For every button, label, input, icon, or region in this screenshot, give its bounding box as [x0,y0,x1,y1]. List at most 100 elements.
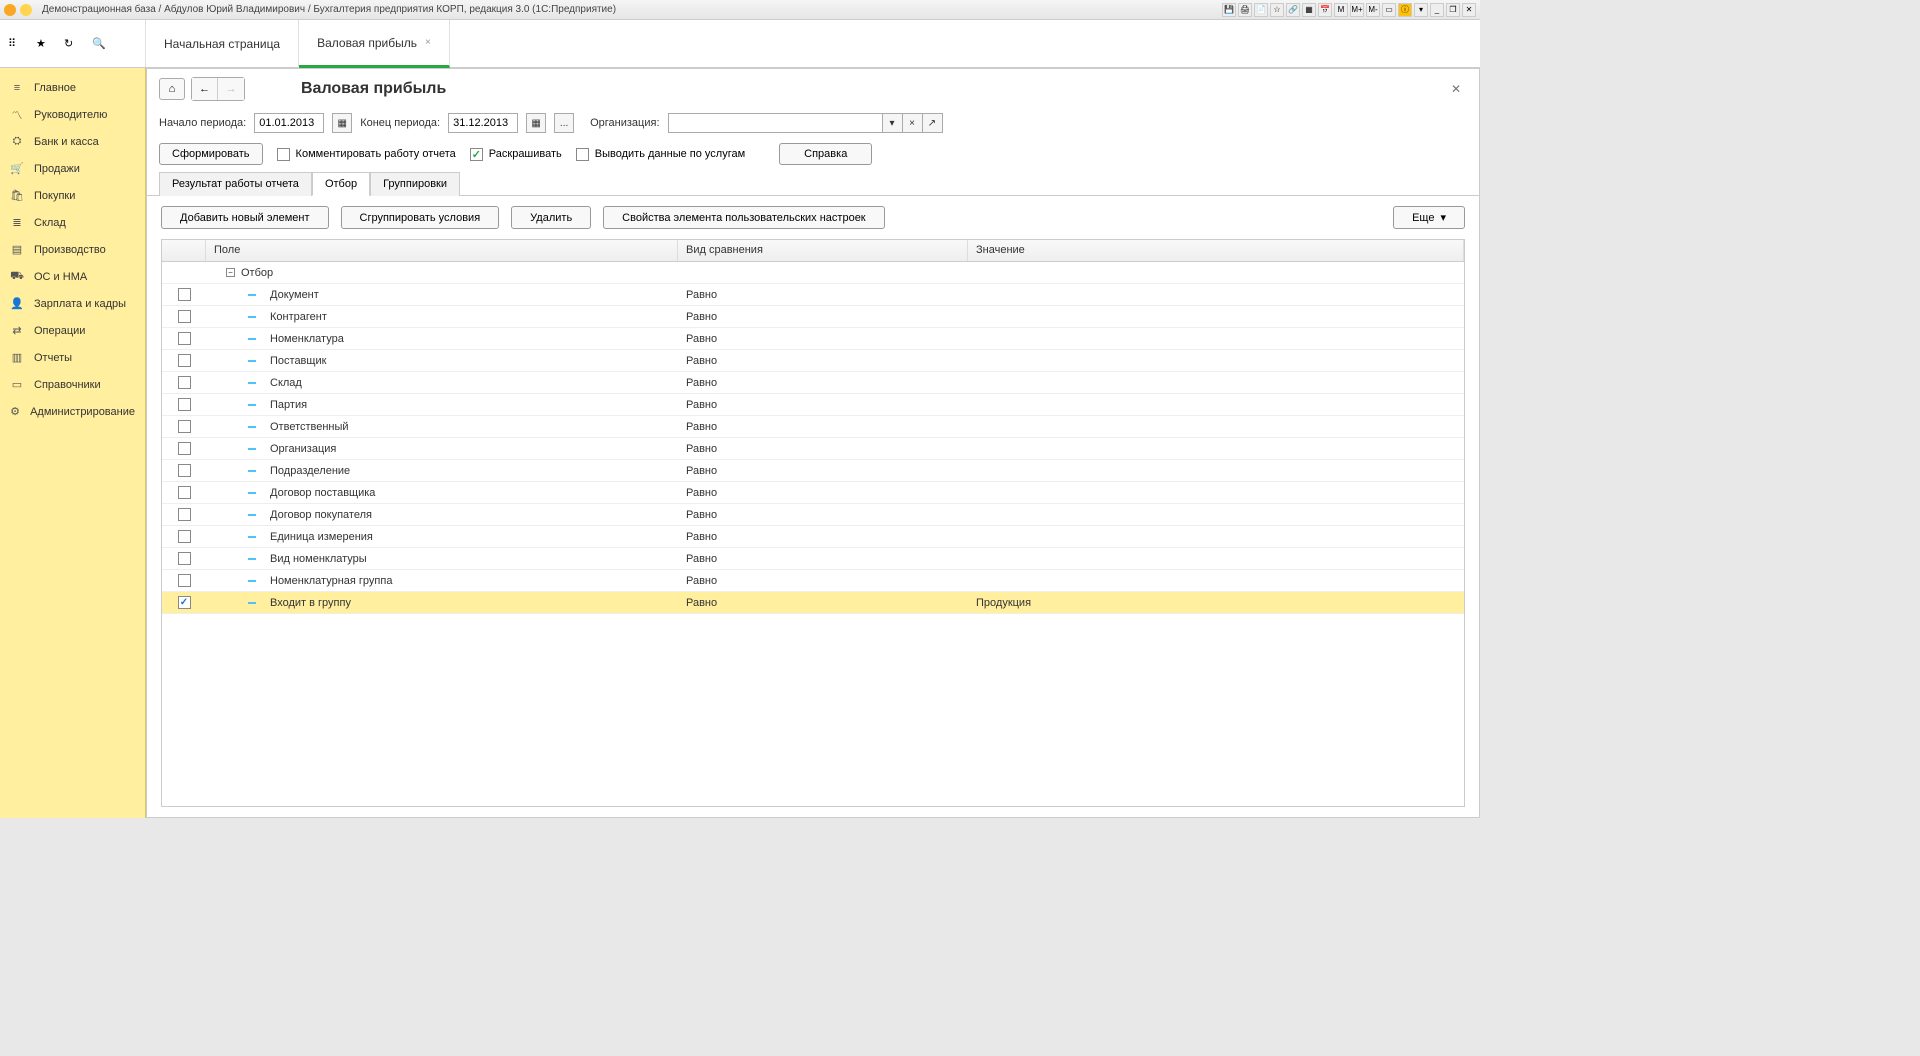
forward-button[interactable]: → [218,78,244,100]
tb-link-icon[interactable]: 🔗 [1286,3,1300,17]
comparison-cell: Равно [678,570,968,591]
maximize-button[interactable]: ❐ [1446,3,1460,17]
period-start-calendar-icon[interactable]: ▦ [332,113,352,133]
grid-header-value[interactable]: Значение [968,240,1464,261]
period-end-input[interactable] [448,113,518,133]
tab-Валовая прибыль[interactable]: Валовая прибыль× [299,20,450,68]
org-input[interactable] [668,113,883,133]
row-checkbox[interactable] [178,442,191,455]
table-row[interactable]: ПодразделениеРавно [162,460,1464,482]
period-select-button[interactable]: ... [554,113,574,133]
tb-calc-icon[interactable]: ▦ [1302,3,1316,17]
history-icon[interactable]: ↻ [64,37,78,51]
sidebar-item-ops[interactable]: ⇄Операции [0,317,145,344]
row-checkbox[interactable] [178,552,191,565]
table-row[interactable]: ОрганизацияРавно [162,438,1464,460]
back-button[interactable]: ← [192,78,218,100]
subtab-Группировки[interactable]: Группировки [370,172,460,196]
sidebar-item-gear[interactable]: ⚙Администрирование [0,398,145,425]
field-icon [248,294,256,296]
row-checkbox[interactable] [178,486,191,499]
home-button[interactable]: ⌂ [159,78,185,100]
table-row[interactable]: Входит в группуРавноПродукция [162,592,1464,614]
table-row[interactable]: Номенклатурная группаРавно [162,570,1464,592]
row-checkbox[interactable] [178,310,191,323]
tb-print-icon[interactable]: 🖨 [1238,3,1252,17]
tb-save-icon[interactable]: 💾 [1222,3,1236,17]
table-row[interactable]: НоменклатураРавно [162,328,1464,350]
table-row[interactable]: ПоставщикРавно [162,350,1464,372]
app-icon-dropdown[interactable] [20,4,32,16]
tree-collapse-icon[interactable]: − [226,268,235,277]
grid-header-comparison[interactable]: Вид сравнения [678,240,968,261]
help-button[interactable]: Справка [779,143,872,165]
sidebar-item-warehouse[interactable]: ≣Склад [0,209,145,236]
services-checkbox[interactable] [576,148,589,161]
close-page-button[interactable]: ✕ [1451,82,1461,96]
table-row[interactable]: КонтрагентРавно [162,306,1464,328]
sidebar-item-menu[interactable]: ≡Главное [0,74,145,101]
grid-icon[interactable]: ⠿ [8,37,22,51]
tab-Начальная страница[interactable]: Начальная страница [146,20,299,68]
tb-dropdown-icon[interactable]: ▾ [1414,3,1428,17]
table-row[interactable]: ДокументРавно [162,284,1464,306]
tb-star-icon[interactable]: ☆ [1270,3,1284,17]
sidebar-item-chart[interactable]: 〽Руководителю [0,101,145,128]
element-properties-button[interactable]: Свойства элемента пользовательских настр… [603,206,884,229]
sidebar-item-bank[interactable]: ⛭Банк и касса [0,128,145,155]
grid-group-row[interactable]: −Отбор [162,262,1464,284]
row-checkbox[interactable] [178,420,191,433]
tb-mplus-button[interactable]: M+ [1350,3,1364,17]
row-checkbox[interactable] [178,288,191,301]
org-open-button[interactable]: ↗ [923,113,943,133]
row-checkbox[interactable] [178,376,191,389]
table-row[interactable]: ОтветственныйРавно [162,416,1464,438]
row-checkbox[interactable] [178,332,191,345]
colorize-checkbox[interactable] [470,148,483,161]
comment-checkbox[interactable] [277,148,290,161]
generate-button[interactable]: Сформировать [159,143,263,165]
table-row[interactable]: Договор покупателяРавно [162,504,1464,526]
sidebar-item-factory[interactable]: ▤Производство [0,236,145,263]
subtab-Результат работы отчета[interactable]: Результат работы отчета [159,172,312,196]
grid-header-field[interactable]: Поле [206,240,678,261]
tb-doc-icon[interactable]: 📄 [1254,3,1268,17]
org-clear-button[interactable]: × [903,113,923,133]
table-row[interactable]: СкладРавно [162,372,1464,394]
tb-info-icon[interactable]: ⓘ [1398,3,1412,17]
add-element-button[interactable]: Добавить новый элемент [161,206,329,229]
org-dropdown-button[interactable]: ▾ [883,113,903,133]
table-row[interactable]: ПартияРавно [162,394,1464,416]
more-button[interactable]: Еще▾ [1393,206,1465,229]
group-conditions-button[interactable]: Сгруппировать условия [341,206,500,229]
row-checkbox[interactable] [178,354,191,367]
close-window-button[interactable]: ✕ [1462,3,1476,17]
search-icon[interactable]: 🔍 [92,37,106,51]
sidebar-item-basket[interactable]: 🛍Покупки [0,182,145,209]
tb-m-button[interactable]: M [1334,3,1348,17]
row-checkbox[interactable] [178,530,191,543]
period-start-input[interactable] [254,113,324,133]
minimize-button[interactable]: _ [1430,3,1444,17]
sidebar-item-truck[interactable]: ⛟ОС и НМА [0,263,145,290]
row-checkbox[interactable] [178,574,191,587]
sidebar-item-bars[interactable]: ▥Отчеты [0,344,145,371]
tb-mminus-button[interactable]: M- [1366,3,1380,17]
subtab-Отбор[interactable]: Отбор [312,172,370,196]
tab-close-icon[interactable]: × [425,37,431,48]
sidebar-item-person[interactable]: 👤Зарплата и кадры [0,290,145,317]
delete-button[interactable]: Удалить [511,206,591,229]
table-row[interactable]: Договор поставщикаРавно [162,482,1464,504]
table-row[interactable]: Единица измеренияРавно [162,526,1464,548]
row-checkbox[interactable] [178,596,191,609]
row-checkbox[interactable] [178,464,191,477]
table-row[interactable]: Вид номенклатурыРавно [162,548,1464,570]
sidebar-item-cart[interactable]: 🛒Продажи [0,155,145,182]
tb-cal-icon[interactable]: 📅 [1318,3,1332,17]
period-end-calendar-icon[interactable]: ▦ [526,113,546,133]
row-checkbox[interactable] [178,398,191,411]
tb-panel-icon[interactable]: ▭ [1382,3,1396,17]
sidebar-item-book[interactable]: ▭Справочники [0,371,145,398]
row-checkbox[interactable] [178,508,191,521]
star-icon[interactable]: ★ [36,37,50,51]
